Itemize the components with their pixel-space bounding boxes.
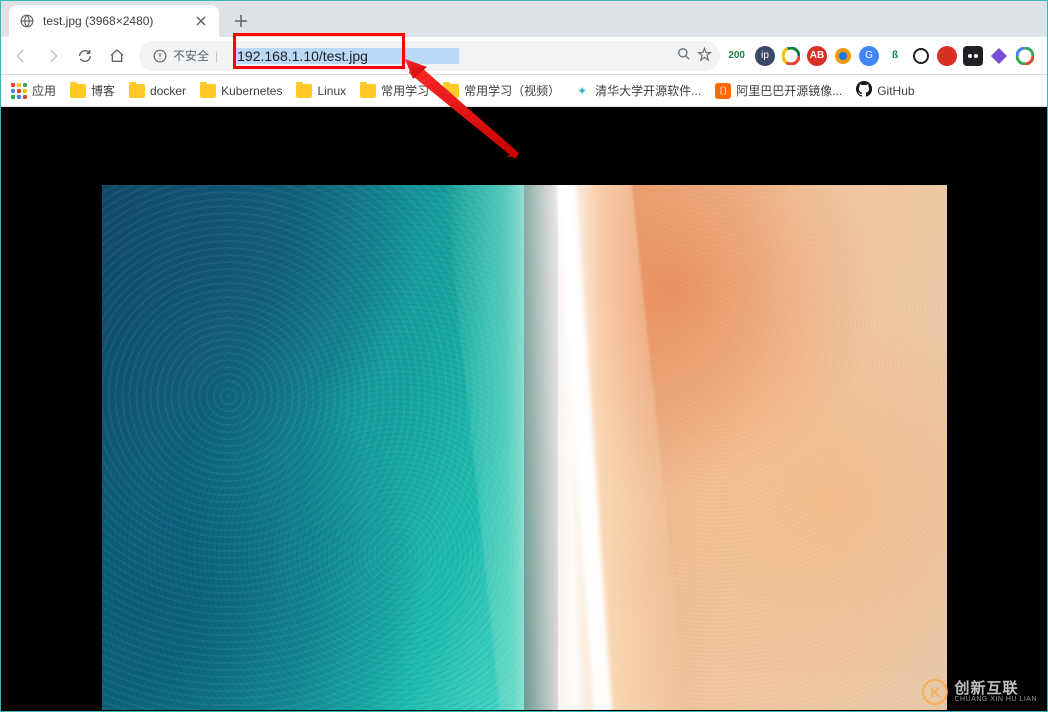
close-icon[interactable] [193, 13, 209, 29]
extension-icon[interactable]: AB [807, 46, 827, 66]
folder-icon [129, 84, 145, 98]
extension-icon[interactable]: ip [755, 46, 775, 66]
extension-icon[interactable] [911, 46, 931, 66]
extension-icon[interactable] [963, 46, 983, 66]
apps-button[interactable]: 应用 [11, 82, 56, 99]
bookmark-folder[interactable]: 博客 [70, 82, 115, 99]
forward-button[interactable] [39, 42, 67, 70]
extension-icon[interactable] [1015, 46, 1035, 66]
extension-icon[interactable]: G [859, 46, 879, 66]
status-badge-200: 200 [728, 50, 745, 61]
watermark-logo-icon: K [922, 679, 948, 705]
bookmark-link[interactable]: GitHub [856, 81, 914, 100]
bookmark-folder[interactable]: docker [129, 84, 186, 98]
extension-icon[interactable] [989, 46, 1009, 66]
bookmark-link[interactable]: ✦清华大学开源软件... [574, 82, 701, 99]
reload-button[interactable] [71, 42, 99, 70]
watermark-en: CHUANG XIN HU LIAN [954, 696, 1037, 703]
extensions: ip AB G ß [749, 46, 1041, 66]
new-tab-button[interactable] [227, 7, 255, 35]
tab-title: test.jpg (3968×2480) [43, 14, 193, 28]
toolbar: 不安全 | 192.168.1.10/test.jpg 200 ip AB G … [1, 37, 1047, 75]
github-icon [856, 81, 872, 100]
watermark: K 创新互联 CHUANG XIN HU LIAN [922, 679, 1037, 705]
bookmark-folder[interactable]: Linux [296, 84, 346, 98]
bookmark-folder[interactable]: Kubernetes [200, 84, 282, 98]
folder-icon [360, 84, 376, 98]
search-icon[interactable] [677, 47, 691, 64]
security-indicator[interactable]: 不安全 | [147, 47, 230, 64]
content-area [2, 107, 1046, 710]
back-button[interactable] [7, 42, 35, 70]
bookmark-folder[interactable]: 常用学习（视频） [443, 82, 560, 99]
address-bar[interactable]: 不安全 | 192.168.1.10/test.jpg [139, 41, 720, 71]
site-icon: ✦ [574, 83, 590, 99]
active-tab[interactable]: test.jpg (3968×2480) [9, 5, 219, 37]
folder-icon [296, 84, 312, 98]
extension-icon[interactable] [937, 46, 957, 66]
site-icon: 〔〕 [715, 83, 731, 99]
bookmark-bar: 应用 博客 docker Kubernetes Linux 常用学习 常用学习（… [1, 75, 1047, 107]
image-viewer[interactable] [102, 185, 947, 710]
url-text[interactable]: 192.168.1.10/test.jpg [234, 48, 459, 64]
folder-icon [443, 84, 459, 98]
apps-icon [11, 83, 27, 99]
globe-icon [19, 13, 35, 29]
star-icon[interactable] [697, 47, 712, 65]
apps-label: 应用 [32, 82, 56, 99]
watermark-cn: 创新互联 [954, 681, 1037, 696]
bookmark-folder[interactable]: 常用学习 [360, 82, 429, 99]
security-label: 不安全 [173, 47, 209, 64]
extension-icon[interactable] [781, 46, 801, 66]
folder-icon [200, 84, 216, 98]
extension-icon[interactable]: ß [885, 46, 905, 66]
bookmark-link[interactable]: 〔〕阿里巴巴开源镜像... [715, 82, 842, 99]
home-button[interactable] [103, 42, 131, 70]
tab-strip: test.jpg (3968×2480) [1, 1, 1047, 37]
extension-icon[interactable] [833, 46, 853, 66]
omnibox-actions [677, 47, 712, 65]
folder-icon [70, 84, 86, 98]
